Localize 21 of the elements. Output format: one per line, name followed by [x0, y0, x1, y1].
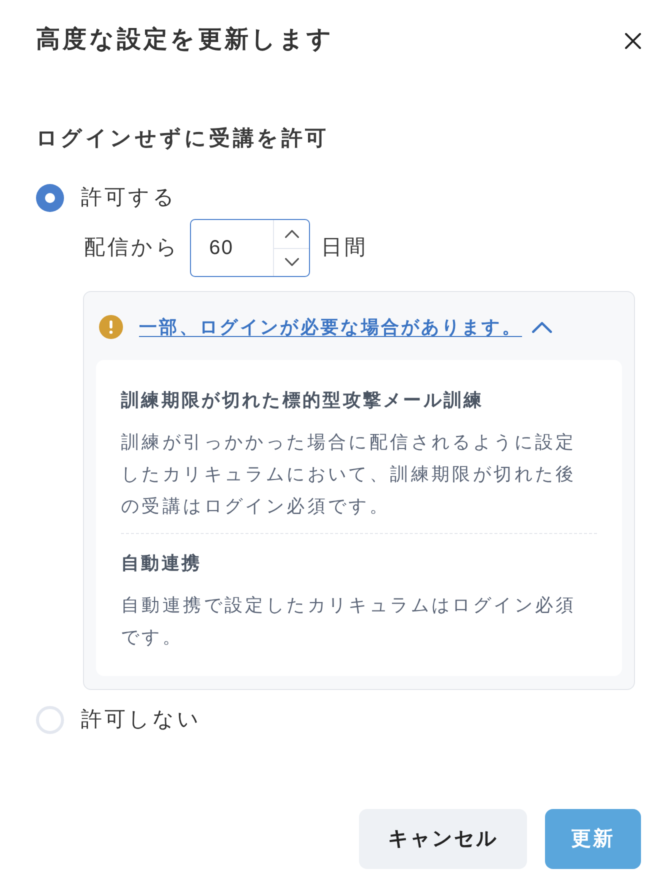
dialog-title: 高度な設定を更新します	[36, 25, 334, 55]
close-button[interactable]	[625, 33, 641, 49]
detail-heading: 訓練期限が切れた標的型攻撃メール訓練	[121, 389, 484, 412]
radio-button[interactable]	[36, 184, 64, 212]
radio-label[interactable]: 許可しない	[81, 706, 202, 734]
detail-text: 自動連携で設定したカリキュラムはログイン必須です。	[121, 594, 578, 649]
section-heading: ログインせずに受講を許可	[36, 126, 329, 152]
prefix-label: 配信から	[84, 235, 180, 261]
radio-label[interactable]: 許可する	[81, 184, 178, 212]
radio-button[interactable]	[36, 706, 64, 734]
warning-icon	[99, 315, 123, 339]
detail-text: 訓練が引っかかった場合に配信されるように設定したカリキュラムにおいて、訓練期限が切れた後の受講はログイン必須です。	[121, 431, 578, 518]
close-icon	[625, 33, 641, 49]
cancel-button[interactable]: キャンセル	[359, 809, 527, 869]
chevron-down-icon	[284, 258, 299, 266]
notice-link[interactable]: 一部、ログインが必要な場合があります。	[139, 315, 522, 339]
detail-heading: 自動連携	[121, 552, 202, 575]
chevron-up-icon	[284, 230, 299, 238]
number-field[interactable]: 60	[190, 219, 310, 277]
chevron-up-icon[interactable]	[532, 322, 552, 332]
suffix-label: 日間	[321, 235, 368, 261]
